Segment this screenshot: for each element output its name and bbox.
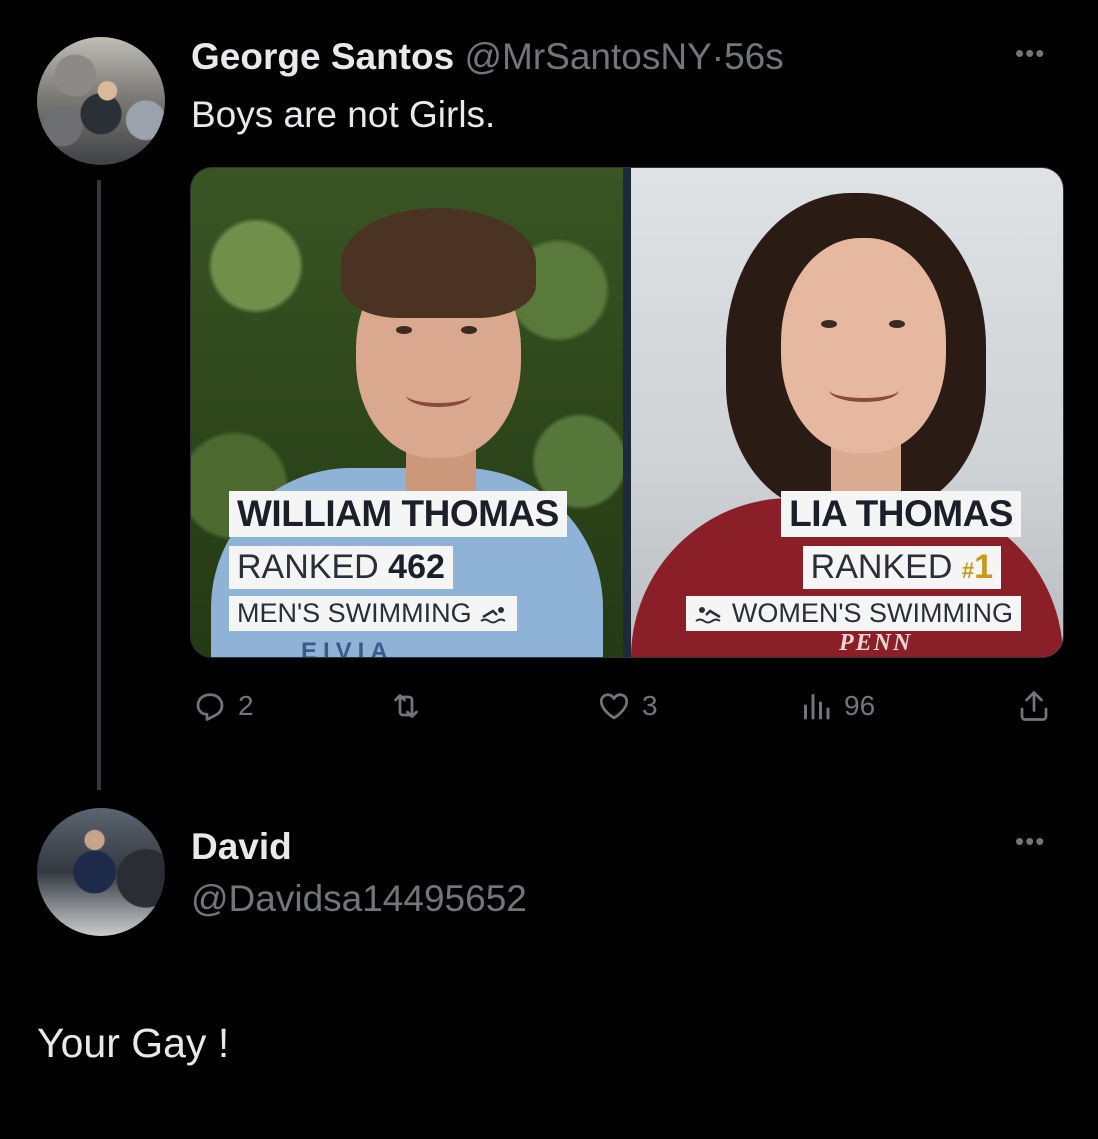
- author-name[interactable]: George Santos: [191, 36, 454, 77]
- rank-label: RANKED: [237, 548, 379, 586]
- lower-third-sport: WOMEN'S SWIMMING: [686, 596, 1021, 631]
- share-button[interactable]: [1016, 688, 1052, 724]
- avatar-david[interactable]: [37, 808, 165, 936]
- face: [781, 238, 946, 453]
- retweet-button[interactable]: [387, 688, 435, 724]
- reply-icon: [196, 693, 224, 721]
- sport-label: WOMEN'S SWIMMING: [731, 598, 1013, 628]
- rank-label: RANKED: [810, 548, 953, 586]
- reply-count: 2: [238, 690, 254, 721]
- rank-value: 462: [388, 548, 445, 586]
- reply-button[interactable]: 2: [192, 688, 254, 724]
- author-handle[interactable]: @MrSantosNY: [464, 36, 711, 77]
- lower-third-name: LIA THOMAS: [781, 491, 1021, 537]
- more-options-icon[interactable]: •••: [1015, 38, 1045, 69]
- media-panel-left: EIVIA WILLIAM THOMAS RANKED 462 MEN'S SW…: [191, 168, 623, 657]
- views-count: 96: [844, 690, 876, 721]
- tweet-timestamp[interactable]: 56s: [724, 36, 784, 77]
- swimmer-icon: [695, 606, 721, 624]
- lower-third-rank: RANKED 462: [229, 546, 453, 589]
- lower-third-name: WILLIAM THOMAS: [229, 491, 567, 537]
- media-panel-right: PENN LIA THOMAS RANKED #1 WOMEN'S SWIMMI…: [631, 168, 1063, 657]
- views-button[interactable]: 96: [798, 688, 875, 724]
- avatar-george-santos[interactable]: [37, 37, 165, 165]
- author-handle[interactable]: @Davidsa14495652: [191, 878, 527, 920]
- more-options-icon[interactable]: •••: [1015, 826, 1045, 857]
- sport-label: MEN'S SWIMMING: [237, 598, 472, 628]
- lower-third-rank: RANKED #1: [802, 546, 1001, 589]
- tweet-media-image[interactable]: EIVIA WILLIAM THOMAS RANKED 462 MEN'S SW…: [190, 167, 1064, 658]
- separator-dot: ·: [711, 36, 725, 77]
- views-icon: [804, 694, 830, 720]
- shirt-print: PENN: [839, 630, 913, 656]
- hair: [341, 208, 536, 318]
- reply-text: Your Gay !: [37, 1020, 230, 1066]
- retweet-icon: [394, 694, 418, 718]
- rank-hash: #: [961, 558, 975, 583]
- shirt-print: EIVIA: [301, 638, 394, 658]
- heart-icon: [599, 693, 629, 720]
- rank-value: 1: [974, 548, 993, 586]
- tweet1-header: George Santos @MrSantosNY·56s: [191, 36, 784, 78]
- lower-third-sport: MEN'S SWIMMING: [229, 596, 518, 631]
- thread-line: [97, 180, 101, 790]
- author-name[interactable]: David: [191, 826, 292, 868]
- like-button[interactable]: 3: [596, 688, 658, 724]
- share-icon: [1020, 691, 1048, 721]
- swimmer-icon: [480, 606, 506, 624]
- like-count: 3: [642, 690, 658, 721]
- media-divider: [623, 168, 631, 657]
- tweet-text: Boys are not Girls.: [191, 94, 496, 135]
